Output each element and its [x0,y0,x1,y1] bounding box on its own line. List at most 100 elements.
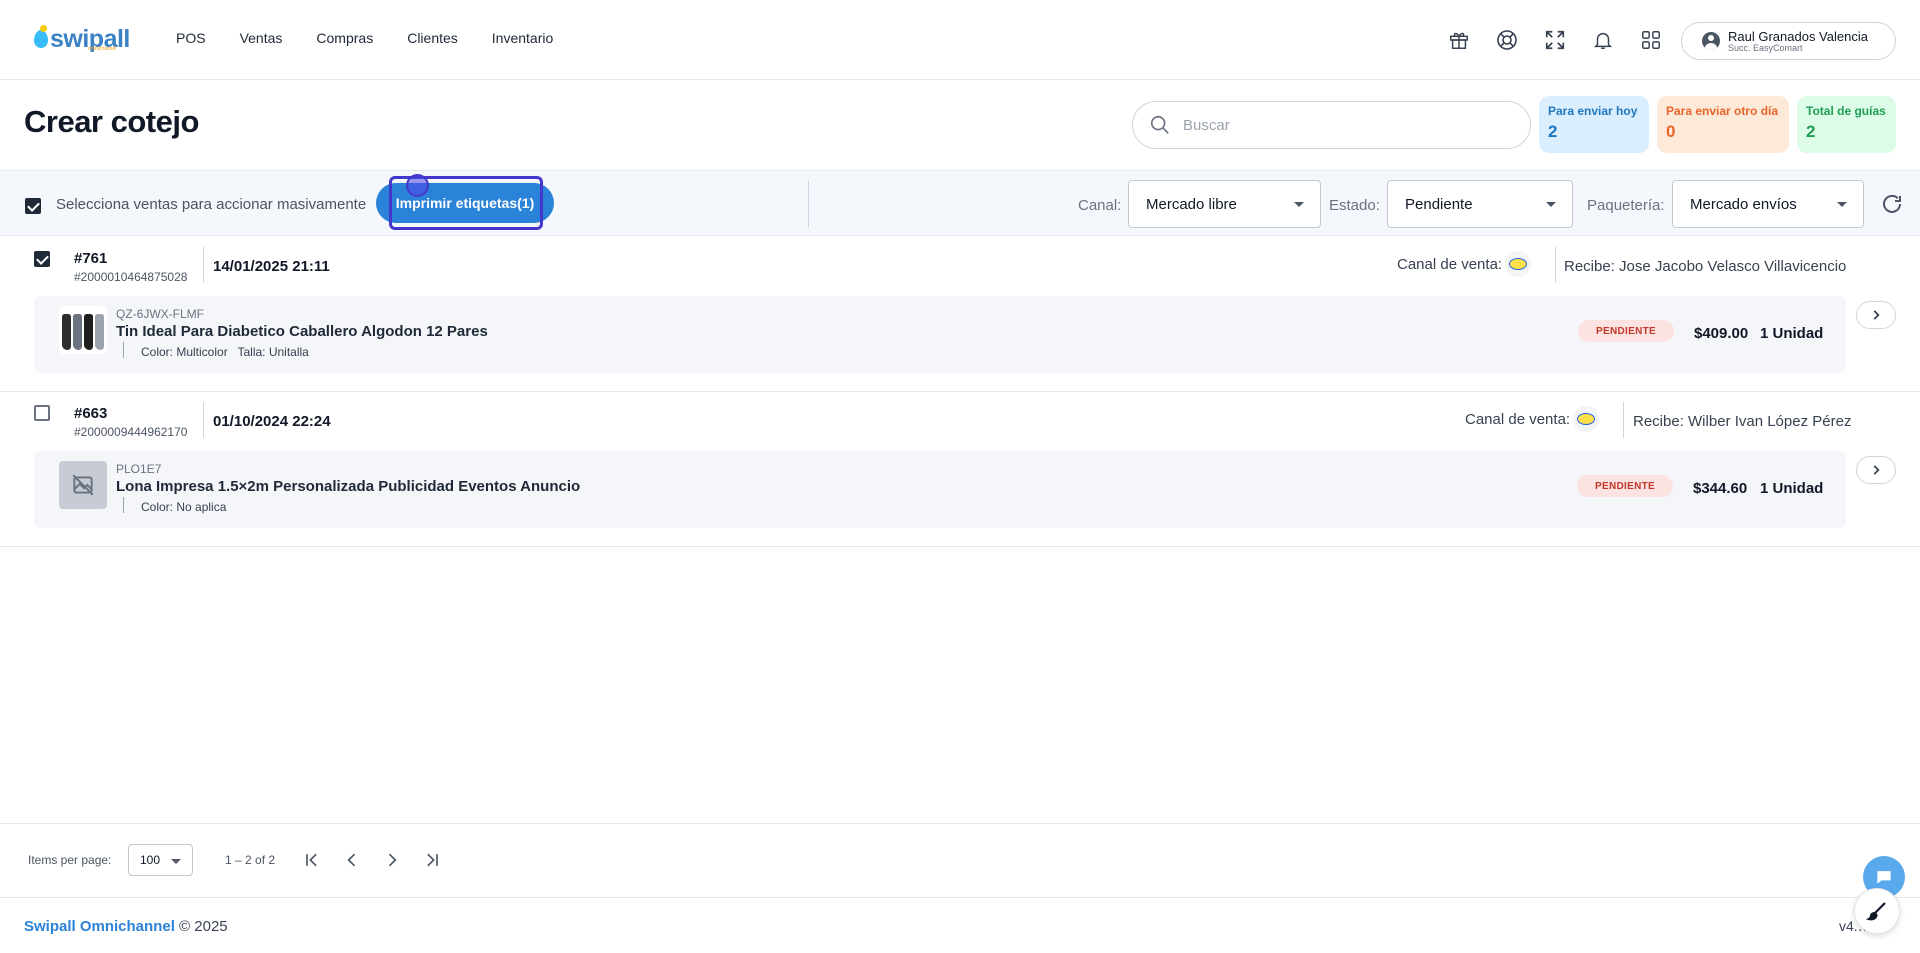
items-per-page-select[interactable]: 100 [128,844,193,876]
search-box[interactable] [1132,101,1531,149]
sales-channel-label: Canal de venta: [1465,410,1571,428]
order-external-id: #2000010464875028 [74,270,188,284]
user-info: Raul Granados Valencia Succ. EasyComart [1728,30,1868,53]
chevron-down-icon [1294,202,1304,207]
fullscreen-icon[interactable] [1542,27,1568,53]
recipient-name: Recibe: Jose Jacobo Velasco Villavicenci… [1564,258,1847,275]
attr-divider [123,497,124,513]
order-detail-button[interactable] [1856,456,1896,484]
bulk-toolbar: Selecciona ventas para accionar masivame… [0,170,1920,236]
product-name: Lona Impresa 1.5×2m Personalizada Public… [116,478,581,495]
stat-total-guides[interactable]: Total de guías 2 [1797,96,1896,153]
order-detail-button[interactable] [1856,301,1896,329]
chevron-down-icon [1837,202,1847,207]
recipient-name: Recibe: Wilber Ivan López Pérez [1633,413,1852,430]
recipient-divider [1623,402,1624,438]
logo-drop-icon [34,25,48,48]
bell-icon[interactable] [1590,27,1616,53]
order-external-id: #2000009444962170 [74,425,188,439]
order-divider [203,402,204,438]
menu-item-clientes[interactable]: Clientes [407,30,458,46]
status-badge: PENDIENTE [1578,320,1674,342]
last-page-icon[interactable] [420,848,444,872]
item-price: $409.00 [1694,325,1749,342]
menu-item-inventario[interactable]: Inventario [492,30,553,46]
canal-select-value: Mercado libre [1146,195,1237,213]
first-page-icon[interactable] [300,848,324,872]
menu-item-compras[interactable]: Compras [316,30,373,46]
order-date: 14/01/2025 21:11 [213,258,330,275]
canal-label: Canal: [1078,197,1122,214]
estado-select[interactable]: Pendiente [1387,180,1573,228]
item-units: 1 Unidad [1760,480,1824,497]
order-row: #761 #2000010464875028 14/01/2025 21:11 … [0,237,1920,392]
recipient-divider [1555,247,1556,283]
order-checkbox[interactable] [34,251,50,267]
menu-item-pos[interactable]: POS [176,30,206,46]
order-number[interactable]: #761 [74,250,107,267]
main-menu: POS Ventas Compras Clientes Inventario [176,30,587,46]
stat-label: Para enviar otro día [1666,104,1779,118]
select-all-checkbox[interactable] [25,198,41,214]
chevron-down-icon [171,859,181,864]
paqueteria-label: Paquetería: [1587,197,1665,214]
items-per-page-value: 100 [140,853,161,867]
swipall-logo[interactable]: swipall omnichannel [34,24,130,54]
toolbar-divider [808,181,809,227]
bulk-action-label: Selecciona ventas para accionar masivame… [56,196,367,213]
order-item-card[interactable]: QZ-6JWX-FLMF Tin Ideal Para Diabetico Ca… [34,296,1846,373]
user-name: Raul Granados Valencia [1728,28,1868,44]
order-item-card[interactable]: PLO1E7 Lona Impresa 1.5×2m Personalizada… [34,451,1846,528]
canal-select[interactable]: Mercado libre [1128,180,1321,228]
order-divider [203,247,204,283]
gift-icon[interactable] [1446,27,1472,53]
order-number[interactable]: #663 [74,405,107,422]
stat-label: Para enviar hoy [1548,104,1638,118]
search-icon [1150,115,1169,134]
product-sku: QZ-6JWX-FLMF [116,307,204,321]
search-input[interactable] [1183,116,1503,134]
top-navbar: swipall omnichannel POS Ventas Compras C… [0,0,1920,80]
footer-year: © 2025 [174,918,228,935]
items-per-page-label: Items per page: [28,853,112,867]
footer-brand-link[interactable]: Swipall Omnichannel [24,918,175,935]
stat-send-today[interactable]: Para enviar hoy 2 [1539,96,1649,153]
user-menu[interactable]: Raul Granados Valencia Succ. EasyComart [1681,22,1896,60]
chevron-right-icon [1873,465,1880,475]
page-title: Crear cotejo [24,104,199,139]
mercado-libre-icon [1573,406,1600,432]
order-row: #663 #2000009444962170 01/10/2024 22:24 … [0,392,1920,547]
next-page-icon[interactable] [380,848,404,872]
brush-icon[interactable] [1854,888,1900,934]
page-range-label: 1 – 2 of 2 [225,853,276,867]
user-avatar-icon [1702,32,1720,50]
logo-subtitle: omnichannel [88,46,117,52]
stat-value: 0 [1666,122,1676,141]
order-date: 01/10/2024 22:24 [213,413,331,430]
lifebuoy-icon[interactable] [1494,27,1520,53]
stat-value: 2 [1548,122,1558,141]
estado-select-value: Pendiente [1405,195,1473,213]
previous-page-icon[interactable] [340,848,364,872]
order-checkbox[interactable] [34,405,50,421]
stat-send-other-day[interactable]: Para enviar otro día 0 [1657,96,1789,153]
item-units: 1 Unidad [1760,325,1824,342]
chevron-right-icon [1873,310,1880,320]
product-image [59,306,107,354]
attr-divider [123,342,124,358]
product-sku: PLO1E7 [116,462,162,476]
stat-label: Total de guías [1806,104,1886,118]
paqueteria-select[interactable]: Mercado envíos [1672,180,1864,228]
menu-item-ventas[interactable]: Ventas [240,30,283,46]
sales-channel-label: Canal de venta: [1397,255,1503,273]
estado-label: Estado: [1329,197,1380,214]
paqueteria-select-value: Mercado envíos [1690,195,1797,213]
apps-grid-icon[interactable] [1638,27,1664,53]
mercado-libre-icon [1505,251,1532,277]
chevron-down-icon [1546,202,1556,207]
product-name: Tin Ideal Para Diabetico Caballero Algod… [116,323,488,340]
sales-channel: Canal de venta: [1465,406,1600,432]
no-image-icon [59,461,107,509]
stat-value: 2 [1806,122,1816,141]
refresh-icon[interactable] [1880,192,1904,216]
